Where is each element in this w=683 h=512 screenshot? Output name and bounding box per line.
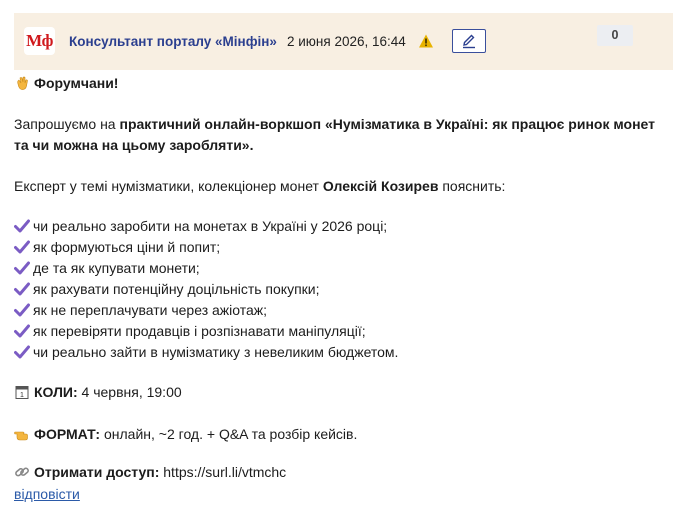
pointing-hand-icon [14, 431, 28, 441]
edit-button[interactable] [452, 29, 486, 53]
check-mark-icon [14, 261, 30, 275]
list-item: де та як купувати монети; [14, 259, 200, 277]
check-mark-icon [14, 282, 30, 296]
waving-hand-icon [17, 76, 28, 90]
post-date: 2 июня 2026, 16:44 [287, 34, 406, 49]
invite-line-2: та чи можна на цьому заробляти». [14, 137, 254, 153]
expert-line: Експерт у темі нумізматики, колекціонер … [14, 178, 506, 194]
access-line: Отримати доступ: https://surl.li/vtmchc [14, 463, 286, 481]
check-mark-icon [14, 324, 30, 338]
link-icon [15, 467, 29, 477]
check-mark-icon [14, 240, 30, 254]
greeting-text: Форумчани! [34, 75, 119, 91]
rating-count[interactable]: 0 [597, 25, 633, 46]
check-mark-icon [14, 345, 30, 359]
greeting-line: Форумчани! [14, 74, 118, 92]
list-item: чи реально зайти в нумізматику з невелик… [14, 343, 398, 361]
pencil-icon [463, 34, 475, 49]
post-header: Мф Консультант порталу «Мінфін» 2 июня 2… [14, 13, 673, 70]
calendar-icon: 1 [15, 386, 29, 399]
invite-line-1: Запрошуємо на практичний онлайн-воркшоп … [14, 116, 655, 132]
svg-text:1: 1 [20, 392, 24, 399]
list-item: як формуються ціни й попит; [14, 238, 220, 256]
check-mark-icon [14, 219, 30, 233]
minfin-logo[interactable]: Мф [24, 27, 55, 55]
list-item: як рахувати потенційну доцільність покуп… [14, 280, 320, 298]
list-item: як перевіряти продавців і розпізнавати м… [14, 322, 366, 340]
format-line: ФОРМАТ: онлайн, ~2 год. + Q&A та розбір … [14, 425, 357, 443]
list-item: чи реально заробити на монетах в Україні… [14, 217, 387, 235]
list-item: як не переплачувати через ажіотаж; [14, 301, 267, 319]
check-mark-icon [14, 303, 30, 317]
expert-name: Олексій Козирев [322, 178, 439, 194]
reply-link[interactable]: відповісти [14, 486, 80, 502]
access-url[interactable]: https://surl.li/vtmchc [163, 464, 286, 480]
warning-icon[interactable] [418, 33, 434, 49]
author-link[interactable]: Консультант порталу «Мінфін» [69, 34, 277, 49]
when-line: 1 КОЛИ: 4 червня, 19:00 [14, 383, 182, 401]
